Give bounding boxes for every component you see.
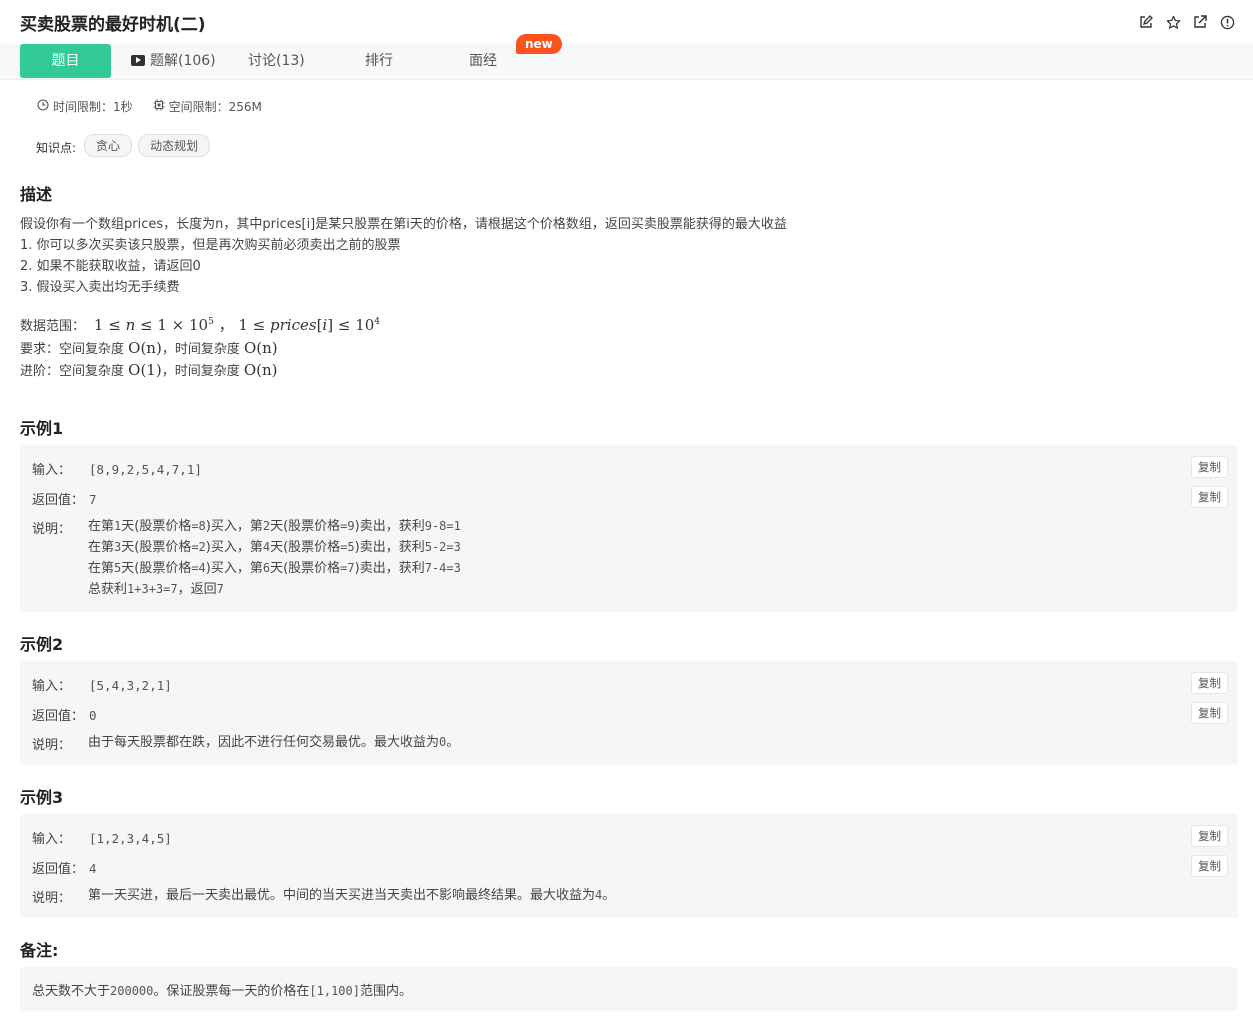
tab-interview[interactable]: 面经: [469, 44, 497, 79]
requirement-mid: ，时间复杂度: [161, 342, 244, 357]
input-value: [8,9,2,5,4,7,1]: [89, 462, 202, 477]
description-line: 假设你有一个数组prices，长度为n，其中prices[i]是某只股票在第i天…: [20, 217, 787, 232]
explain-line: 在第1天(股票价格=8)买入，第2天(股票价格=9)卖出，获利9-8=1: [88, 519, 461, 534]
example-explanation: 第一天买进，最后一天卖出最优。中间的当天买进当天卖出不影响最终结果。最大收益为4…: [88, 888, 616, 903]
share-icon[interactable]: [1192, 14, 1208, 30]
tab-bar: 题目 题解(106) 讨论(13) 排行 面经: [0, 44, 1253, 80]
input-label: 输入：: [32, 679, 72, 694]
copy-input-button[interactable]: 复制: [1191, 672, 1228, 694]
requirement-label: 要求：空间复杂度: [20, 342, 129, 357]
data-range: 数据范围： 1 ≤ n ≤ 1 × 105 ， 1 ≤ prices[i] ≤ …: [20, 314, 380, 335]
advanced-space: O(1): [128, 361, 162, 379]
example-input: 输入： [5,4,3,2,1]: [32, 675, 172, 694]
data-range-formula: 1 ≤ n ≤ 1 × 105 ， 1 ≤ prices[i] ≤ 104: [89, 316, 381, 334]
example-heading: 示例3: [20, 788, 64, 807]
copy-input-button[interactable]: 复制: [1191, 456, 1228, 478]
report-icon[interactable]: [1219, 14, 1235, 30]
new-badge: new: [516, 34, 562, 54]
input-value: [5,4,3,2,1]: [89, 678, 172, 693]
example-input: 输入： [1,2,3,4,5]: [32, 828, 172, 847]
tab-discussion[interactable]: 讨论(13): [248, 44, 305, 79]
star-icon[interactable]: [1165, 14, 1181, 30]
example-output: 返回值： 4: [32, 858, 97, 877]
complexity-requirement: 要求：空间复杂度 O(n)，时间复杂度 O(n): [20, 338, 278, 357]
note-text: 总天数不大于200000。保证股票每一天的价格在[1,100]范围内。: [32, 984, 412, 999]
output-label: 返回值：: [32, 493, 85, 508]
video-icon: [131, 55, 145, 66]
space-limit-text: 空间限制：256M: [168, 100, 262, 114]
output-value: 7: [89, 492, 97, 507]
copy-output-button[interactable]: 复制: [1191, 486, 1228, 508]
complexity-advanced: 进阶：空间复杂度 O(1)，时间复杂度 O(n): [20, 360, 278, 379]
limits: 时间限制：1秒 空间限制：256M: [37, 98, 262, 115]
advanced-mid: ，时间复杂度: [161, 364, 244, 379]
description-line: 2. 如果不能获取收益，请返回0: [20, 259, 201, 274]
edit-icon[interactable]: [1138, 14, 1154, 30]
note-heading: 备注:: [20, 941, 59, 960]
example-heading: 示例1: [20, 419, 64, 438]
copy-output-button[interactable]: 复制: [1191, 855, 1228, 877]
description-heading: 描述: [20, 185, 53, 204]
explain-line: 在第3天(股票价格=2)买入，第4天(股票价格=5)卖出，获利5-2=3: [88, 540, 461, 555]
advanced-time: O(n): [243, 361, 278, 379]
time-limit: 时间限制：1秒: [37, 98, 133, 115]
tag-dp[interactable]: 动态规划: [138, 134, 211, 157]
explain-line: 在第5天(股票价格=4)买入，第6天(股票价格=7)卖出，获利7-4=3: [88, 561, 461, 576]
requirement-space: O(n): [128, 339, 162, 357]
output-label: 返回值：: [32, 709, 85, 724]
tab-problem[interactable]: 题目: [20, 44, 111, 78]
header-actions: [1138, 14, 1235, 30]
data-range-label: 数据范围：: [20, 319, 86, 334]
example-explanation: 由于每天股票都在跌，因此不进行任何交易最优。最大收益为0。: [88, 735, 460, 750]
problem-title: 买卖股票的最好时机(二): [20, 15, 206, 35]
output-value: 0: [89, 708, 97, 723]
example-heading: 示例2: [20, 635, 64, 654]
tab-solutions[interactable]: 题解(106): [131, 44, 216, 79]
example-box: 输入： [1,2,3,4,5] 复制 返回值： 4 复制 说明： 第一天买进，最后一…: [20, 814, 1238, 918]
input-label: 输入：: [32, 463, 72, 478]
output-label: 返回值：: [32, 862, 85, 877]
example-explanation: 在第1天(股票价格=8)买入，第2天(股票价格=9)卖出，获利9-8=1 在第3…: [88, 516, 461, 600]
example-input: 输入： [8,9,2,5,4,7,1]: [32, 459, 202, 478]
output-value: 4: [89, 861, 97, 876]
time-limit-text: 时间限制：1秒: [53, 100, 133, 114]
space-limit: 空间限制：256M: [153, 98, 262, 115]
explain-line: 总获利1+3+3=7，返回7: [88, 582, 224, 597]
example-box: 输入： [8,9,2,5,4,7,1] 复制 返回值： 7 复制 说明： 在第1天(…: [20, 445, 1238, 612]
tag-greedy[interactable]: 贪心: [84, 134, 133, 157]
copy-input-button[interactable]: 复制: [1191, 825, 1228, 847]
input-label: 输入：: [32, 832, 72, 847]
requirement-time: O(n): [243, 339, 278, 357]
copy-output-button[interactable]: 复制: [1191, 702, 1228, 724]
description-line: 3. 假设买入卖出均无手续费: [20, 280, 180, 295]
tab-solutions-label: 题解(106): [150, 53, 216, 69]
advanced-label: 进阶：空间复杂度: [20, 364, 129, 379]
example-output: 返回值： 0: [32, 705, 97, 724]
tab-ranking[interactable]: 排行: [365, 44, 393, 79]
input-value: [1,2,3,4,5]: [89, 831, 172, 846]
example-output: 返回值： 7: [32, 489, 97, 508]
note-box: 总天数不大于200000。保证股票每一天的价格在[1,100]范围内。: [20, 967, 1238, 1011]
description-line: 1. 你可以多次买卖该只股票，但是再次购买前必须卖出之前的股票: [20, 238, 401, 253]
knowledge-tags: 知识点: 贪心 动态规划: [36, 134, 211, 157]
clock-icon: [37, 99, 49, 114]
explain-label: 说明：: [32, 738, 72, 753]
problem-header: 买卖股票的最好时机(二): [0, 0, 1253, 44]
chip-icon: [153, 99, 165, 114]
explain-label: 说明：: [32, 522, 72, 537]
explain-label: 说明：: [32, 891, 72, 906]
example-box: 输入： [5,4,3,2,1] 复制 返回值： 0 复制 说明： 由于每天股票都在跌…: [20, 661, 1238, 765]
knowledge-label: 知识点:: [36, 141, 77, 155]
